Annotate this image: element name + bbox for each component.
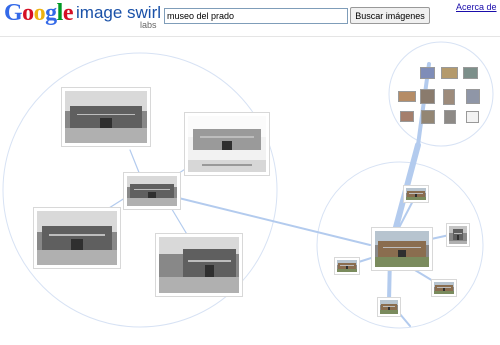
small-image-thumbnail[interactable]	[421, 110, 435, 124]
image-thumbnail[interactable]	[123, 172, 181, 210]
about-link[interactable]: Acerca de	[456, 2, 497, 12]
image-thumbnail[interactable]	[446, 223, 470, 247]
small-image-thumbnail[interactable]	[441, 67, 458, 79]
swirl-canvas	[0, 37, 500, 345]
labs-badge: labs	[140, 20, 157, 30]
small-image-thumbnail[interactable]	[443, 89, 455, 105]
image-thumbnail[interactable]	[377, 297, 401, 317]
image-thumbnail[interactable]	[431, 279, 457, 297]
small-image-thumbnail[interactable]	[466, 111, 479, 123]
small-image-thumbnail[interactable]	[466, 89, 480, 104]
header-bar: Google image swirl labs Buscar imágenes …	[0, 0, 500, 37]
small-image-thumbnail[interactable]	[398, 91, 416, 102]
small-image-thumbnail[interactable]	[400, 111, 414, 122]
connector-bottom-photo	[169, 205, 189, 237]
image-thumbnail[interactable]	[155, 233, 243, 297]
image-thumbnail[interactable]	[61, 87, 151, 147]
google-logo[interactable]: Google	[4, 0, 74, 27]
image-thumbnail[interactable]	[33, 207, 121, 269]
image-thumbnail[interactable]	[334, 257, 360, 275]
search-button[interactable]: Buscar imágenes	[350, 7, 430, 24]
small-image-thumbnail[interactable]	[420, 89, 435, 104]
image-thumbnail[interactable]	[403, 185, 429, 203]
image-thumbnail[interactable]	[184, 112, 270, 176]
small-image-thumbnail[interactable]	[420, 67, 435, 79]
image-thumbnail[interactable]	[371, 227, 433, 271]
small-image-thumbnail[interactable]	[463, 67, 478, 79]
small-image-thumbnail[interactable]	[444, 110, 456, 124]
search-input[interactable]	[164, 8, 348, 24]
